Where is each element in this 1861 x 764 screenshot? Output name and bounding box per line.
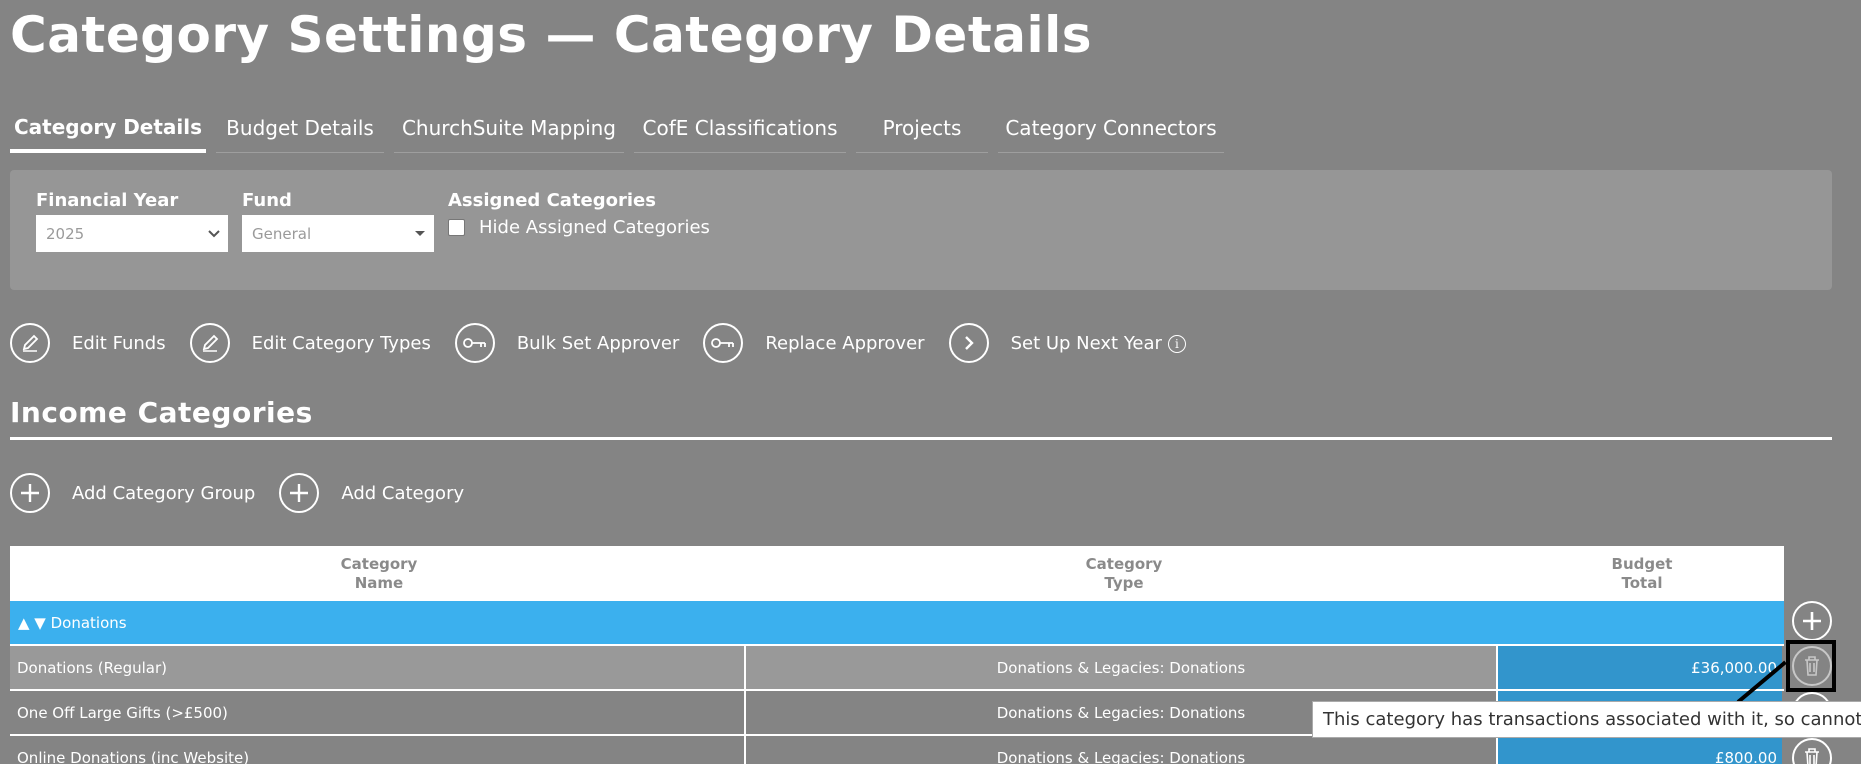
- header-line: Name: [354, 573, 404, 592]
- fund-filter: Fund General: [242, 190, 434, 252]
- assigned-categories-filter: Assigned Categories Hide Assigned Catego…: [448, 190, 710, 238]
- column-header-category-type[interactable]: Category Type: [748, 546, 1500, 601]
- delete-category-button[interactable]: [1792, 738, 1832, 764]
- hide-assigned-checkbox[interactable]: [448, 219, 465, 236]
- tab-projects[interactable]: Projects: [856, 104, 988, 153]
- column-header-category-name[interactable]: Category Name: [10, 546, 748, 601]
- add-category-group-label: Add Category Group: [72, 482, 256, 504]
- plus-icon: [279, 473, 320, 513]
- assigned-categories-label: Assigned Categories: [448, 190, 656, 211]
- header-line: Type: [1104, 573, 1144, 592]
- edit-category-types-label: Edit Category Types: [251, 332, 431, 354]
- table-row[interactable]: Online Donations (inc Website) Donations…: [10, 736, 1784, 764]
- key-icon: [454, 323, 495, 363]
- add-bar: Add Category Group Add Category: [10, 472, 488, 514]
- replace-approver-label: Replace Approver: [765, 332, 925, 354]
- category-name-cell[interactable]: Online Donations (inc Website): [10, 736, 746, 764]
- category-type-cell[interactable]: Donations & Legacies: Donations: [746, 646, 1498, 689]
- category-group-row[interactable]: ▲ ▼ Donations: [10, 601, 1784, 646]
- tab-bar: Category Details Budget Details ChurchSu…: [10, 104, 1234, 154]
- category-type-cell[interactable]: Donations & Legacies: Donations: [746, 736, 1498, 764]
- highlight-box: [1786, 640, 1836, 692]
- page-title: Category Settings — Category Details: [10, 6, 1093, 64]
- financial-year-label: Financial Year: [36, 190, 179, 211]
- tab-category-connectors[interactable]: Category Connectors: [998, 104, 1224, 153]
- replace-approver-button[interactable]: Replace Approver: [703, 323, 925, 363]
- group-label: ▲ ▼ Donations: [18, 613, 127, 632]
- key-icon: [703, 323, 744, 363]
- header-line: Budget: [1611, 554, 1673, 573]
- budget-total-cell[interactable]: £36,000.00: [1498, 646, 1782, 689]
- fund-label: Fund: [242, 190, 292, 211]
- filter-panel: Financial Year 2025 Fund General Assigne…: [10, 170, 1832, 290]
- set-up-next-year-text: Set Up Next Year: [1010, 332, 1162, 354]
- chevron-down-icon: [208, 230, 220, 238]
- delete-disabled-tooltip: This category has transactions associate…: [1312, 701, 1861, 738]
- financial-year-filter: Financial Year 2025: [36, 190, 228, 252]
- add-category-label: Add Category: [341, 482, 465, 504]
- edit-funds-button[interactable]: Edit Funds: [10, 323, 166, 363]
- column-header-budget-total[interactable]: Budget Total: [1500, 546, 1784, 601]
- bulk-set-approver-label: Bulk Set Approver: [516, 332, 680, 354]
- edit-funds-label: Edit Funds: [72, 332, 166, 354]
- table-header: Category Name Category Type Budget Total: [10, 546, 1784, 601]
- budget-total-cell[interactable]: £800.00: [1498, 736, 1782, 764]
- financial-year-select[interactable]: 2025: [36, 215, 228, 252]
- add-category-group-button[interactable]: Add Category Group: [10, 473, 255, 513]
- tab-cofe-classifications[interactable]: CofE Classifications: [634, 104, 846, 153]
- table-row[interactable]: Donations (Regular) Donations & Legacies…: [10, 646, 1784, 691]
- tab-category-details[interactable]: Category Details: [10, 104, 206, 153]
- financial-year-value: 2025: [46, 224, 85, 243]
- add-category-to-group-button[interactable]: [1792, 601, 1832, 641]
- add-category-button[interactable]: Add Category: [279, 473, 464, 513]
- hide-assigned-label: Hide Assigned Categories: [479, 217, 710, 238]
- set-up-next-year-button[interactable]: Set Up Next Year i: [948, 323, 1186, 363]
- category-name-cell[interactable]: Donations (Regular): [10, 646, 746, 689]
- bulk-set-approver-button[interactable]: Bulk Set Approver: [454, 323, 680, 363]
- trash-icon: [1805, 748, 1819, 764]
- chevron-right-icon: [948, 323, 989, 363]
- header-line: Total: [1621, 573, 1663, 592]
- info-icon[interactable]: i: [1167, 334, 1186, 353]
- edit-icon: [189, 323, 230, 363]
- income-categories-title: Income Categories: [10, 396, 313, 429]
- set-up-next-year-label: Set Up Next Year i: [1011, 333, 1186, 354]
- header-line: Category: [340, 554, 418, 573]
- section-divider: [10, 437, 1832, 440]
- fund-value: General: [252, 224, 312, 243]
- plus-icon: [1803, 612, 1821, 630]
- edit-icon: [10, 323, 50, 363]
- edit-category-types-button[interactable]: Edit Category Types: [189, 323, 431, 363]
- category-name-cell[interactable]: One Off Large Gifts (>£500): [10, 691, 746, 734]
- header-line: Category: [1085, 554, 1163, 573]
- action-bar: Edit Funds Edit Category Types Bulk Set …: [10, 322, 1210, 364]
- caret-down-icon: [415, 231, 425, 236]
- plus-icon: [10, 473, 50, 513]
- tab-budget-details[interactable]: Budget Details: [216, 104, 384, 153]
- tab-churchsuite-mapping[interactable]: ChurchSuite Mapping: [394, 104, 624, 153]
- fund-select[interactable]: General: [242, 215, 434, 252]
